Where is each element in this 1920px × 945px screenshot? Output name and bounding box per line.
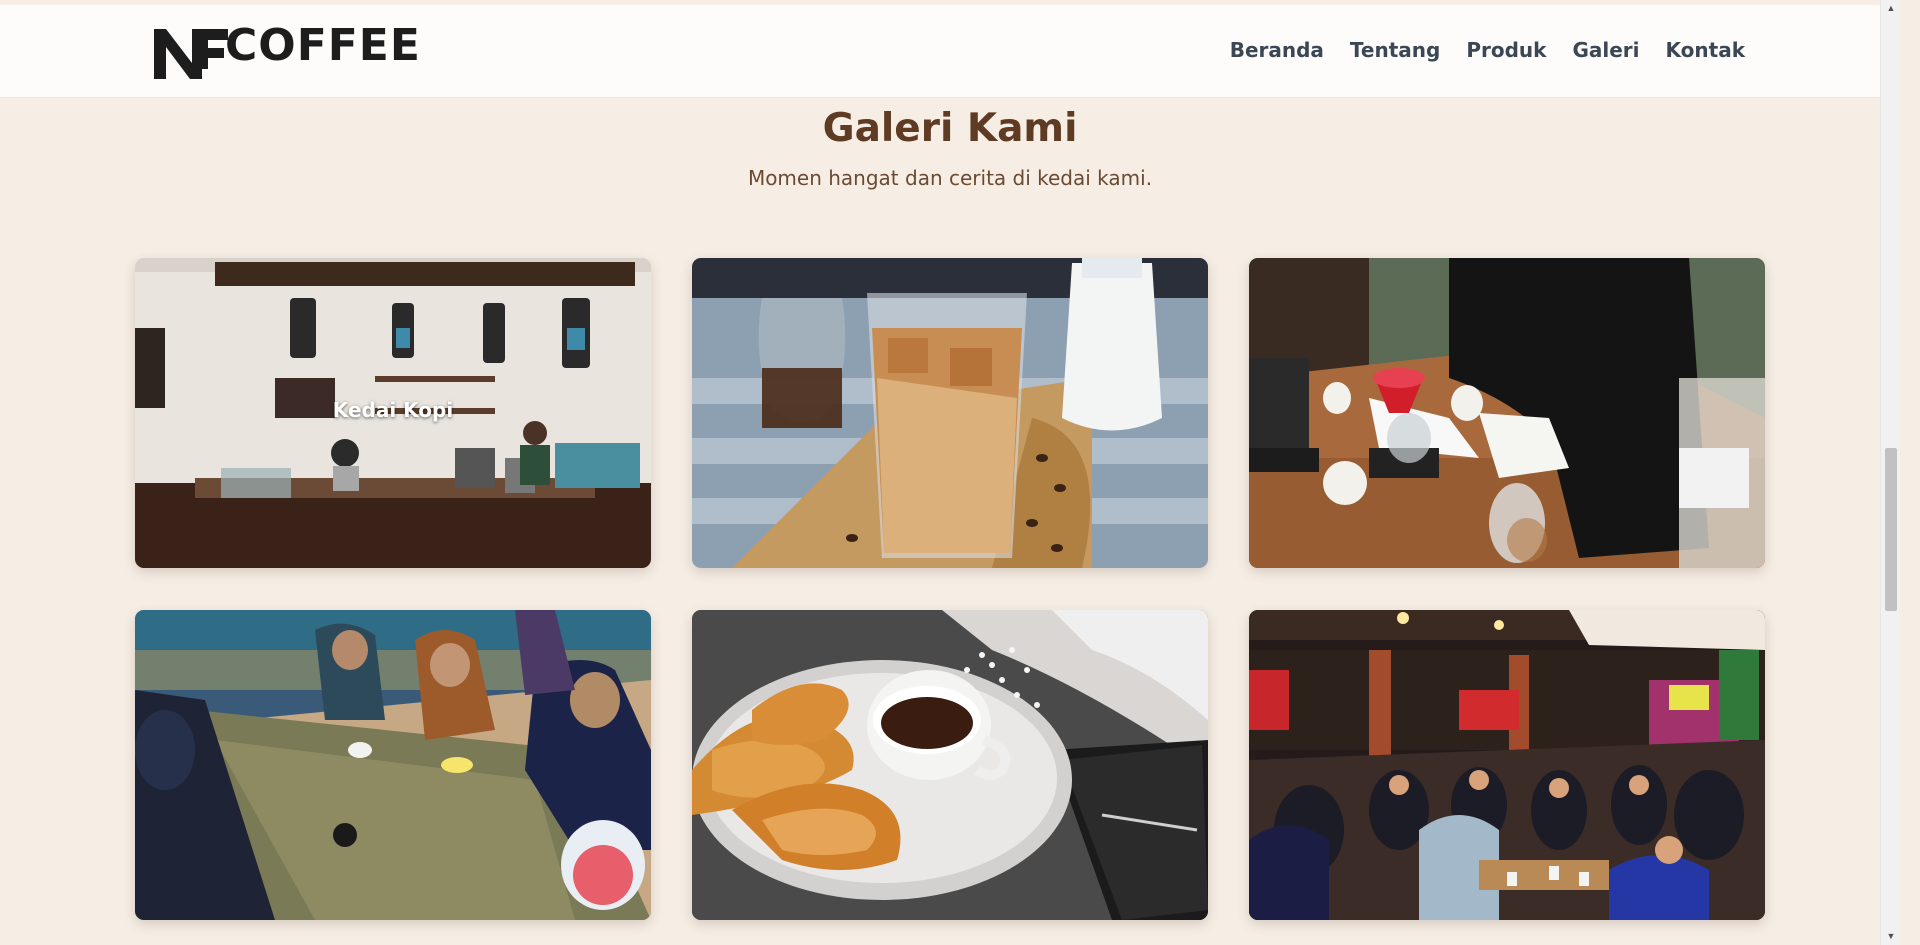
iced-coffee-image — [692, 258, 1208, 568]
gallery-grid: Kedai Kopi — [135, 258, 1765, 945]
gallery-card-bean-sorting[interactable] — [135, 610, 651, 920]
gallery-card-coffee-croissants[interactable] — [692, 610, 1208, 920]
coffee-cup-croissants-image — [692, 610, 1208, 920]
scroll-up-icon[interactable]: ▲ — [1881, 0, 1900, 17]
main-nav: Beranda Tentang Produk Galeri Kontak — [1230, 38, 1745, 62]
nav-produk[interactable]: Produk — [1466, 38, 1546, 62]
page-scrollbar[interactable]: ▲ ▼ — [1880, 0, 1900, 945]
scrollbar-thumb[interactable] — [1885, 448, 1897, 611]
pour-over-brewing-image — [1249, 258, 1765, 568]
coffee-bean-sorting-image — [135, 610, 651, 920]
gallery-card-caption: Kedai Kopi — [332, 398, 454, 422]
site-header: COFFEE Beranda Tentang Produk Galeri Kon… — [0, 5, 1900, 98]
nav-beranda[interactable]: Beranda — [1230, 38, 1324, 62]
gallery-title: Galeri Kami — [822, 106, 1078, 151]
logo-text: COFFEE — [225, 20, 421, 71]
gallery-subtitle: Momen hangat dan cerita di kedai kami. — [747, 166, 1153, 190]
logo[interactable]: COFFEE — [154, 23, 421, 79]
gallery-card-coffee-shop[interactable]: Kedai Kopi — [135, 258, 651, 568]
page: COFFEE Beranda Tentang Produk Galeri Kon… — [0, 0, 1900, 945]
nav-galeri[interactable]: Galeri — [1572, 38, 1639, 62]
nav-kontak[interactable]: Kontak — [1666, 38, 1745, 62]
gallery-card-crowded-cafe[interactable] — [1249, 610, 1765, 920]
nf-logo-mark-icon — [154, 29, 228, 79]
scroll-down-icon[interactable]: ▼ — [1881, 928, 1900, 945]
crowded-cafe-night-image — [1249, 610, 1765, 920]
nav-tentang[interactable]: Tentang — [1350, 38, 1440, 62]
gallery-card-pour-over[interactable] — [1249, 258, 1765, 568]
gallery-card-iced-coffee[interactable] — [692, 258, 1208, 568]
